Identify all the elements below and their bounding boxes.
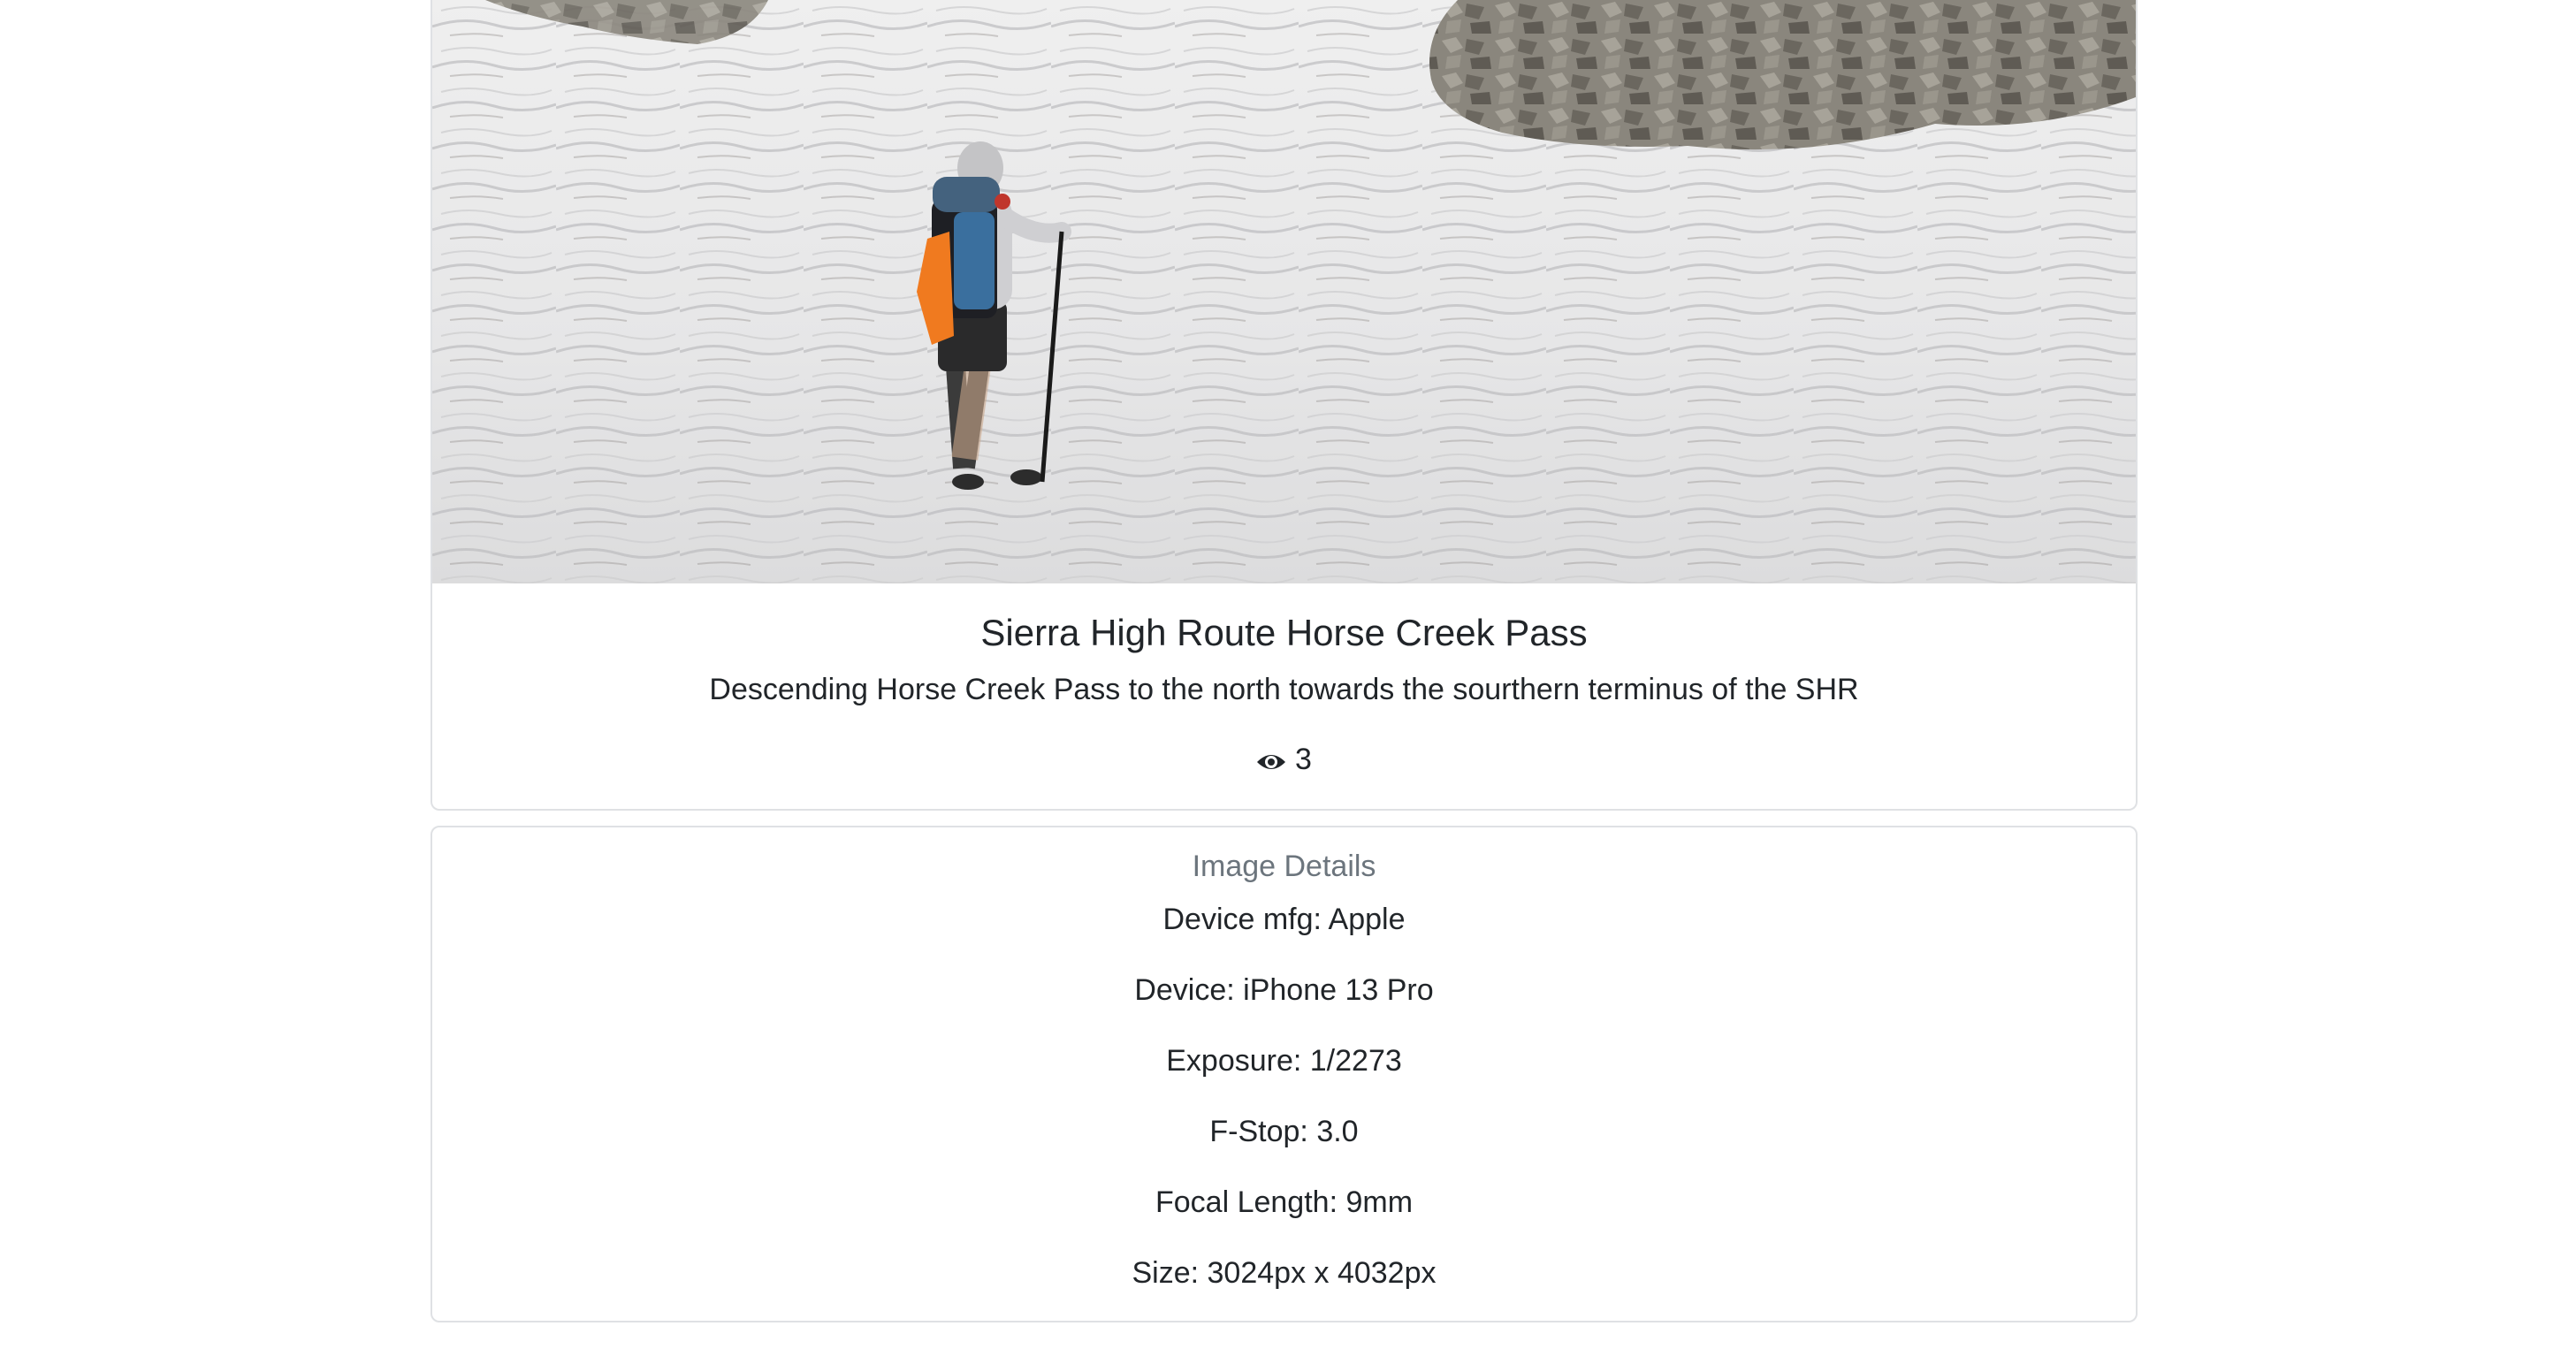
detail-f-stop: F-Stop: 3.0 bbox=[1209, 1115, 1359, 1148]
eye-icon bbox=[1257, 755, 1286, 769]
photo-title: Sierra High Route Horse Creek Pass bbox=[980, 612, 1588, 653]
photo-card: Sierra High Route Horse Creek Pass Desce… bbox=[431, 0, 2138, 811]
image-details-heading: Image Details bbox=[1192, 850, 1376, 883]
view-count-value: 3 bbox=[1295, 743, 1312, 776]
image-details-card: Image Details Device mfg: Apple Device: … bbox=[431, 826, 2138, 1322]
view-count: 3 bbox=[432, 740, 2136, 779]
photo-description: Descending Horse Creek Pass to the north… bbox=[709, 673, 1859, 706]
detail-focal-length: Focal Length: 9mm bbox=[1155, 1185, 1414, 1219]
detail-device-mfg: Device mfg: Apple bbox=[1162, 903, 1406, 936]
detail-exposure: Exposure: 1/2273 bbox=[1166, 1044, 1402, 1078]
image-details-list: Device mfg: Apple Device: iPhone 13 Pro … bbox=[432, 900, 2136, 1324]
detail-device: Device: iPhone 13 Pro bbox=[1134, 973, 1434, 1007]
detail-size: Size: 3024px x 4032px bbox=[1132, 1256, 1437, 1290]
photo[interactable] bbox=[432, 0, 2136, 583]
page: Sierra High Route Horse Creek Pass Desce… bbox=[0, 0, 2576, 1349]
photo-image bbox=[432, 0, 2136, 583]
